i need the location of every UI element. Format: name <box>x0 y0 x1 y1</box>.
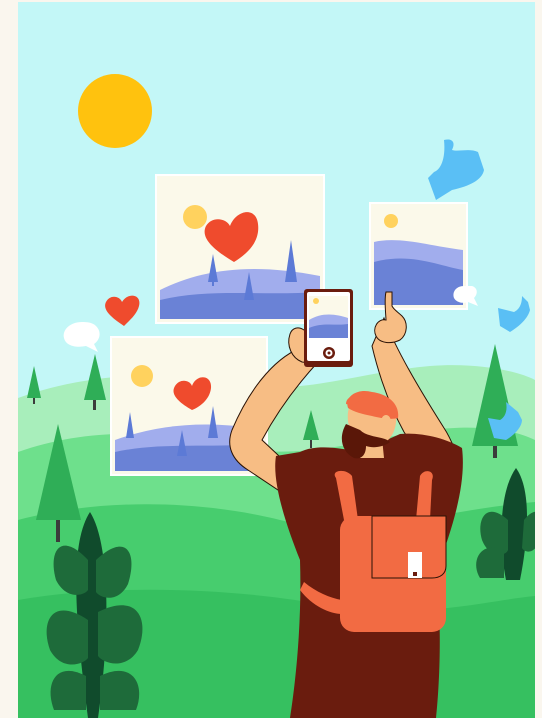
sun-icon <box>78 74 152 148</box>
photo-card-large <box>155 174 325 324</box>
camera-phone-icon <box>304 289 353 367</box>
illustration-scene <box>0 0 542 718</box>
photo-card-right <box>369 202 468 310</box>
scene-frame <box>18 2 535 718</box>
man-ear <box>381 415 391 429</box>
